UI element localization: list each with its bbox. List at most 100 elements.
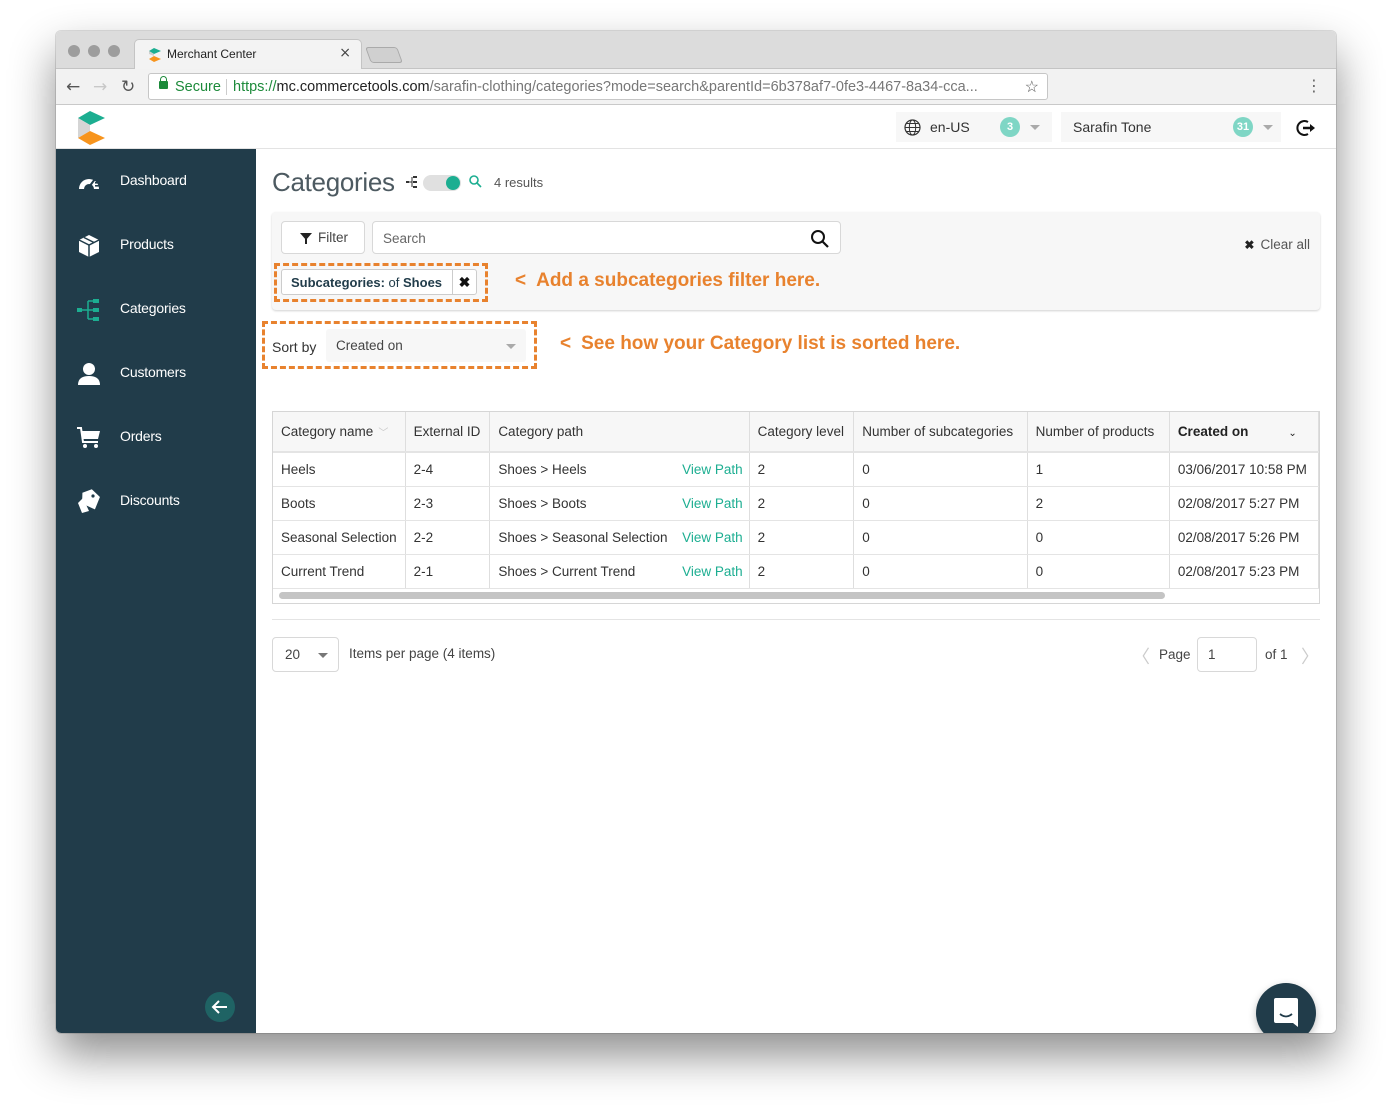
filter-button[interactable]: Filter — [281, 221, 365, 254]
column-header-category-path[interactable]: Category path — [489, 412, 750, 453]
cell-created-on-text: 03/06/2017 10:58 PM — [1177, 461, 1307, 477]
category-tree-icon — [77, 299, 99, 321]
new-tab-button[interactable] — [365, 47, 403, 63]
view-path-link[interactable]: View Path — [682, 496, 743, 511]
horizontal-scrollbar[interactable] — [279, 592, 1165, 599]
view-path-link[interactable]: View Path — [682, 564, 743, 579]
dashboard-icon — [79, 178, 100, 189]
previous-page-icon[interactable]: 〈 — [1132, 643, 1150, 669]
sort-select[interactable]: Created on — [326, 329, 526, 362]
sidebar-item-label: Discounts — [120, 492, 180, 508]
view-path-link[interactable]: View Path — [682, 462, 743, 477]
table-header-row: Category name ﹀ External ID Category path… — [273, 412, 1319, 453]
table-row[interactable]: Heels 2-4 Shoes > Heels View Path 2 0 1 03/06/2… — [273, 452, 1319, 487]
column-label: External ID — [413, 424, 481, 439]
chevron-down-icon — [506, 344, 516, 349]
clear-all-label: Clear all — [1260, 237, 1310, 252]
sidebar-item-orders[interactable]: Orders — [56, 413, 256, 461]
cell-created-on-text: 02/08/2017 5:27 PM — [1177, 495, 1300, 511]
address-bar[interactable]: Secure https://mc.commercetools.com/sara… — [148, 73, 1048, 100]
cell-category-path: Shoes > Boots View Path — [489, 486, 750, 521]
url-text: https://mc.commercetools.com/sarafin-clo… — [233, 79, 978, 95]
user-menu[interactable]: Sarafin Tone 31 — [1061, 112, 1281, 142]
locale-switcher[interactable]: en-US 3 — [896, 112, 1052, 142]
cell-category-path-text: Shoes > Heels — [498, 461, 587, 477]
sidebar-item-label: Orders — [120, 428, 162, 444]
search-field — [372, 221, 841, 254]
column-header-products[interactable]: Number of products — [1027, 412, 1170, 453]
chevron-down-icon — [1030, 125, 1040, 130]
table-row[interactable]: Boots 2-3 Shoes > Boots View Path 2 0 2 02/08/2… — [273, 486, 1319, 521]
view-mode-toggle[interactable] — [423, 175, 461, 191]
column-header-created-on[interactable]: Created on ⌄ — [1169, 412, 1319, 453]
cell-category-level: 2 — [749, 486, 855, 521]
tag-icon — [78, 489, 100, 513]
column-header-category-level[interactable]: Category level — [749, 412, 855, 453]
maximize-window-button[interactable] — [108, 45, 120, 57]
bookmark-star-icon[interactable]: ☆ — [1025, 77, 1039, 97]
search-icon — [469, 175, 482, 188]
browser-menu-icon[interactable]: ⋮ — [1306, 76, 1322, 95]
chip-operator: of — [388, 275, 400, 290]
column-label: Created on — [1177, 424, 1249, 439]
app-header: en-US 3 Sarafin Tone 31 — [56, 106, 1336, 149]
cell-category-path-text: Shoes > Boots — [498, 495, 587, 511]
cell-category-level-text: 2 — [757, 495, 766, 511]
sidebar-item-discounts[interactable]: Discounts — [56, 477, 256, 525]
minimize-window-button[interactable] — [88, 45, 100, 57]
column-header-external-id[interactable]: External ID — [405, 412, 491, 453]
cell-products: 0 — [1027, 520, 1170, 555]
chevron-down-icon: ﹀ — [378, 428, 389, 439]
commercetools-logo[interactable] — [75, 111, 105, 145]
column-label: Number of subcategories — [862, 424, 1014, 439]
filter-icon — [300, 233, 312, 244]
chip-key: Subcategories: — [291, 275, 385, 290]
collapse-sidebar-button[interactable] — [205, 992, 235, 1022]
cell-external-id: 2-2 — [405, 520, 491, 555]
clear-all-button[interactable]: ✖ Clear all — [1244, 237, 1310, 252]
cell-category-name: Current Trend — [273, 554, 406, 589]
items-per-page-label: Items per page (4 items) — [349, 646, 496, 661]
tab-strip: Merchant Center × — [56, 31, 1336, 70]
column-header-category-name[interactable]: Category name ﹀ — [273, 412, 406, 453]
next-page-icon[interactable]: 〉 — [1301, 643, 1319, 669]
tree-view-icon[interactable] — [406, 176, 418, 188]
chat-support-button[interactable] — [1256, 983, 1316, 1033]
table-row[interactable]: Seasonal Selection 2-2 Shoes > Seasonal Se… — [273, 520, 1319, 555]
remove-filter-icon[interactable]: ✖ — [452, 270, 476, 294]
sidebar-item-categories[interactable]: Categories — [56, 285, 256, 333]
search-icon[interactable] — [810, 229, 830, 249]
column-label: Category name — [281, 424, 374, 439]
close-window-button[interactable] — [68, 45, 80, 57]
cell-products-text: 0 — [1035, 563, 1044, 579]
page-number-input[interactable] — [1197, 637, 1257, 672]
logout-icon[interactable] — [1296, 118, 1316, 138]
browser-toolbar: ← → ↻ Secure https://mc.commercetools.co… — [56, 69, 1336, 105]
cell-category-name: Heels — [273, 452, 406, 487]
sidebar-item-customers[interactable]: Customers — [56, 349, 256, 397]
close-tab-icon[interactable]: × — [339, 45, 351, 61]
items-per-page-select[interactable]: 20 — [272, 637, 339, 672]
sidebar-item-products[interactable]: Products — [56, 221, 256, 269]
table-row[interactable]: Current Trend 2-1 Shoes > Current Trend Vie… — [273, 554, 1319, 589]
browser-window: Merchant Center × ← → ↻ Secure https://m… — [56, 31, 1336, 1033]
user-name: Sarafin Tone — [1073, 119, 1152, 135]
forward-icon[interactable]: → — [93, 77, 107, 97]
reload-icon[interactable]: ↻ — [121, 77, 135, 97]
annotation-sort-text: See how your Category list is sorted her… — [581, 333, 961, 354]
chat-icon — [1274, 998, 1298, 1027]
cell-created-on: 02/08/2017 5:26 PM — [1169, 520, 1319, 555]
column-header-subcategories[interactable]: Number of subcategories — [853, 412, 1028, 453]
back-icon[interactable]: ← — [66, 77, 80, 97]
sidebar-item-label: Products — [120, 236, 174, 252]
search-input[interactable] — [383, 228, 783, 248]
cell-category-level: 2 — [749, 452, 855, 487]
cell-products: 2 — [1027, 486, 1170, 521]
cell-subcategories: 0 — [853, 486, 1028, 521]
browser-tab[interactable]: Merchant Center × — [134, 39, 362, 70]
annotation-marker: < — [560, 333, 572, 354]
per-page-value: 20 — [285, 647, 301, 662]
divider — [272, 619, 1320, 620]
view-path-link[interactable]: View Path — [682, 530, 743, 545]
sidebar-item-dashboard[interactable]: Dashboard — [56, 157, 256, 205]
